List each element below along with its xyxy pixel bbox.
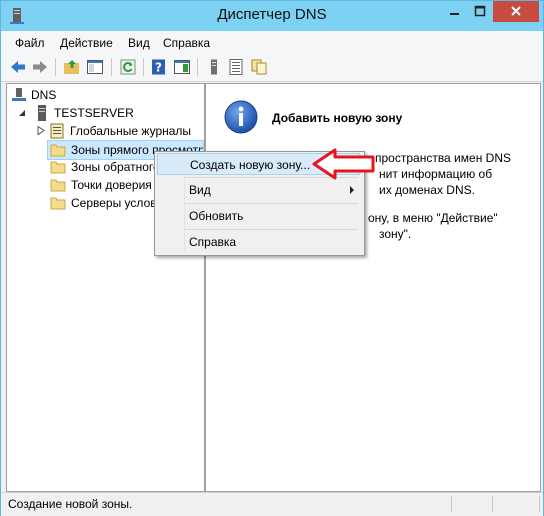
context-menu-refresh[interactable]: Обновить bbox=[157, 205, 360, 227]
details-pane: Добавить новую зону пространства имен DN… bbox=[205, 83, 541, 492]
tree-node-global-logs[interactable]: Глобальные журналы bbox=[35, 122, 201, 140]
list-icon[interactable] bbox=[227, 58, 245, 76]
tree-node-dns[interactable]: DNS bbox=[11, 86, 191, 104]
folder-icon bbox=[50, 179, 66, 192]
expand-triangle-icon[interactable] bbox=[37, 126, 45, 135]
maximize-button[interactable] bbox=[467, 1, 493, 22]
tree-label-trust-points: Точки доверия bbox=[71, 178, 152, 192]
help-icon[interactable]: ? bbox=[150, 58, 168, 76]
show-hide-console-tree-icon[interactable] bbox=[86, 58, 104, 76]
back-arrow-icon[interactable] bbox=[9, 58, 27, 76]
menu-view[interactable]: Вид bbox=[128, 36, 150, 50]
collapse-triangle-icon[interactable] bbox=[18, 109, 26, 117]
menu-bar: Файл Действие Вид Справка bbox=[1, 31, 543, 53]
copy-icon[interactable] bbox=[250, 58, 268, 76]
forward-arrow-icon[interactable] bbox=[31, 58, 49, 76]
console-tree: DNS TESTSERVER Глобальные журналы Зоны п… bbox=[6, 83, 205, 492]
info-heading: Добавить новую зону bbox=[272, 111, 403, 125]
up-folder-icon[interactable] bbox=[63, 58, 81, 76]
submenu-arrow-icon bbox=[350, 186, 354, 194]
info-icon bbox=[224, 100, 258, 134]
red-annotation-arrow-icon bbox=[312, 148, 375, 180]
dns-icon bbox=[12, 88, 26, 101]
log-icon bbox=[50, 123, 64, 139]
folder-icon bbox=[50, 197, 66, 210]
context-menu-help[interactable]: Справка bbox=[157, 231, 360, 253]
folder-icon bbox=[50, 161, 66, 174]
menu-help[interactable]: Справка bbox=[163, 36, 210, 50]
status-bar: Создание новой зоны. bbox=[1, 492, 543, 516]
tree-label-testserver: TESTSERVER bbox=[54, 106, 134, 120]
svg-text:?: ? bbox=[155, 61, 162, 75]
menu-action[interactable]: Действие bbox=[60, 36, 113, 50]
context-menu-view[interactable]: Вид bbox=[157, 179, 360, 201]
tree-node-testserver[interactable]: TESTSERVER bbox=[11, 104, 201, 122]
dns-manager-window: Диспетчер DNS Файл Действие Вид Справка … bbox=[0, 0, 544, 516]
folder-icon bbox=[50, 144, 66, 157]
server-icon[interactable] bbox=[205, 58, 223, 76]
title-bar: Диспетчер DNS bbox=[1, 1, 543, 31]
refresh-icon[interactable] bbox=[119, 58, 137, 76]
menu-file[interactable]: Файл bbox=[15, 36, 45, 50]
tree-label-dns: DNS bbox=[31, 88, 57, 102]
minimize-button[interactable] bbox=[441, 1, 467, 22]
server-icon bbox=[38, 105, 46, 121]
toolbar: ? bbox=[1, 53, 543, 82]
tree-label-global-logs: Глобальные журналы bbox=[70, 124, 192, 138]
show-hide-action-pane-icon[interactable] bbox=[173, 58, 191, 76]
close-button[interactable] bbox=[493, 1, 539, 22]
